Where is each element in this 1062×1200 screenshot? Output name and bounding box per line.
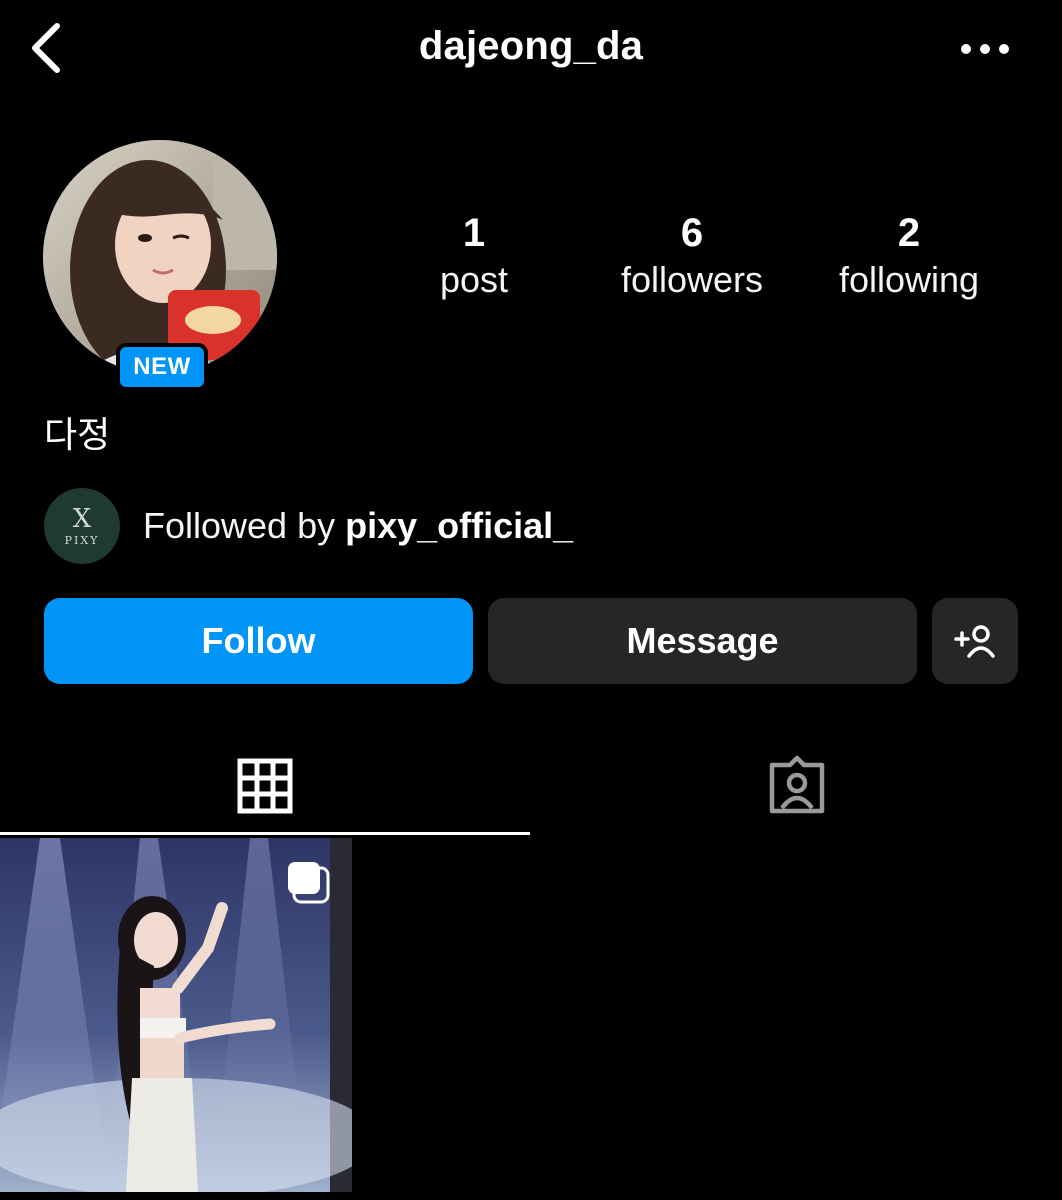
avatar-photo (43, 140, 277, 374)
stat-followers[interactable]: 6 followers (582, 208, 802, 302)
followed-by-text[interactable]: Followed by pixy_official_ (143, 505, 573, 547)
tab-posts-grid[interactable] (0, 738, 530, 834)
display-name: 다정 (44, 415, 111, 456)
active-tab-indicator (0, 832, 530, 835)
stat-following-value: 2 (897, 211, 921, 255)
tagged-icon (769, 755, 825, 814)
add-user-icon (954, 625, 995, 658)
more-horizontal-icon (961, 44, 1009, 54)
stat-posts-value: 1 (462, 211, 486, 255)
follow-button[interactable]: Follow (44, 598, 473, 684)
profile-avatar[interactable] (43, 140, 277, 374)
stat-following-label: following (838, 259, 980, 300)
stat-followers-label: followers (620, 259, 764, 300)
carousel-icon (286, 860, 332, 906)
stat-posts-label: post (439, 259, 509, 300)
tab-tagged[interactable] (532, 738, 1062, 834)
new-badge: NEW (116, 343, 208, 391)
grid-icon (237, 758, 293, 814)
stat-following[interactable]: 2 following (799, 208, 1019, 302)
more-options-button[interactable] (950, 26, 1020, 72)
stat-posts[interactable]: 1 post (364, 208, 584, 302)
mutual-avatar-glyph: X (72, 503, 92, 534)
suggested-users-button[interactable] (932, 598, 1018, 684)
stat-followers-value: 6 (680, 211, 704, 255)
followed-by-username: pixy_official_ (345, 505, 574, 546)
mutual-avatar-text: PIXY (64, 533, 100, 547)
header-username: dajeong_da (418, 24, 644, 68)
mutual-follower-avatar[interactable]: X PIXY (44, 488, 120, 564)
followed-by-prefix: Followed by (143, 505, 346, 546)
message-button[interactable]: Message (488, 598, 917, 684)
